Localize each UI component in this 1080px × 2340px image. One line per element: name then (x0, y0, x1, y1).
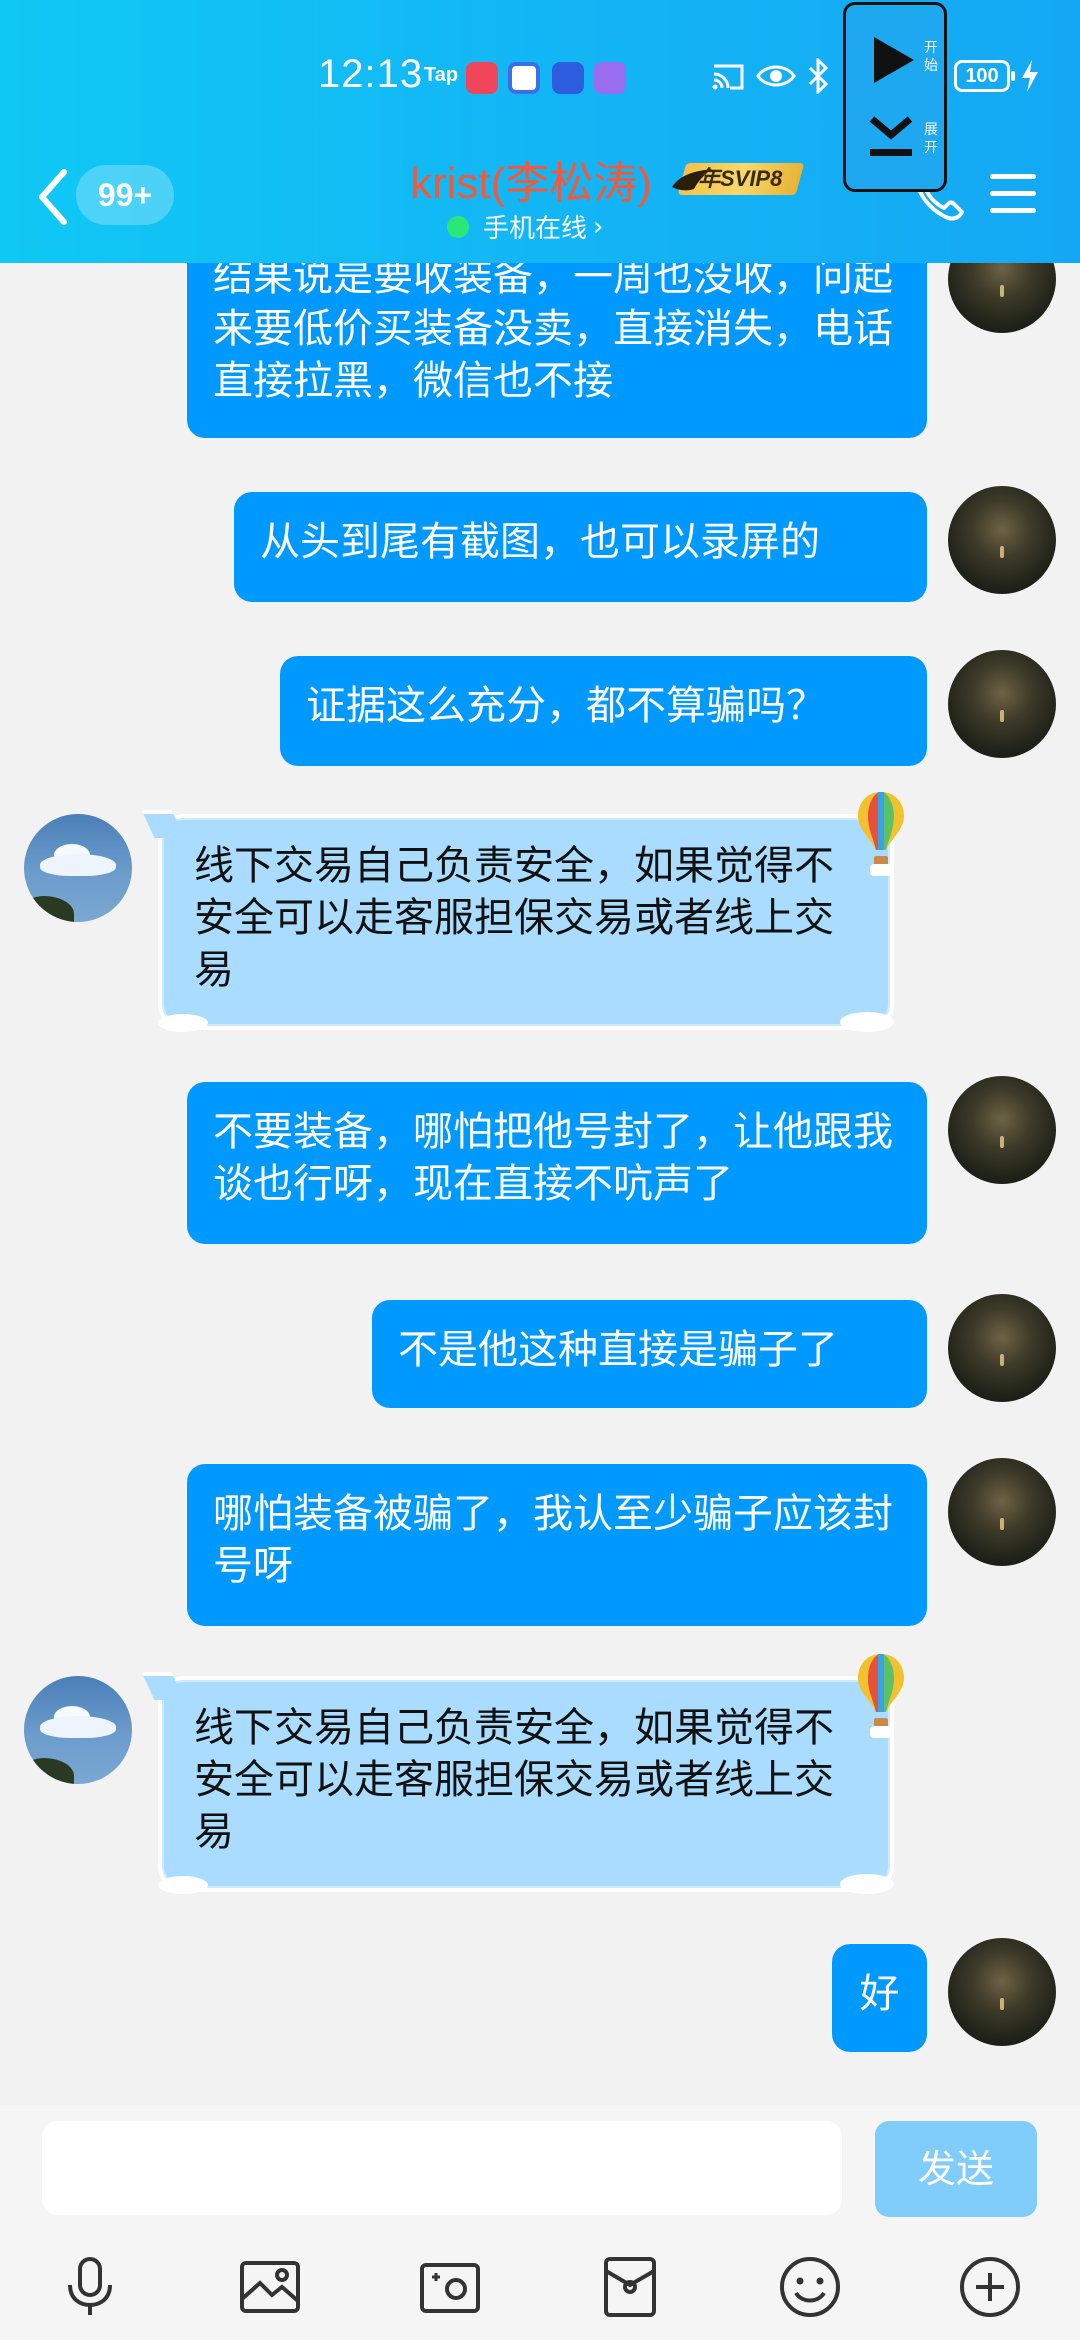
start-label: 开始 (924, 40, 938, 74)
browser-app-icon (508, 62, 540, 94)
my-avatar[interactable] (948, 1938, 1056, 2046)
bubble-tail (141, 810, 185, 838)
shop-app-icon (466, 62, 498, 94)
chat-area[interactable]: 结果说是要收装备，一周也没收，问起来要低价买装备没卖，直接消失，电话直接拉黑，微… (0, 0, 1080, 2105)
cloud-decoration (158, 1876, 208, 1894)
tap-app-icon: Tap (424, 64, 459, 86)
bluetooth-icon (808, 58, 829, 94)
my-avatar[interactable] (948, 650, 1056, 758)
service-message-text: 线下交易自己负责安全，如果觉得不安全可以走客服担保交易或者线上交易 (194, 1705, 834, 1855)
my-message-bubble[interactable]: 从头到尾有截图，也可以录屏的 (234, 492, 927, 602)
online-dot-icon (447, 215, 469, 238)
floating-record-widget[interactable]: 开始 展开 (843, 2, 947, 192)
chevron-right-icon: › (593, 211, 604, 242)
camera-icon[interactable] (416, 2253, 484, 2321)
plus-icon[interactable] (956, 2253, 1024, 2321)
charging-icon (1022, 60, 1038, 92)
service-avatar[interactable] (24, 1676, 132, 1784)
online-status-text: 手机在线 (483, 214, 588, 244)
service-message-text: 线下交易自己负责安全，如果觉得不安全可以走客服担保交易或者线上交易 (194, 843, 834, 993)
image-icon[interactable] (236, 2253, 304, 2321)
input-area: 发送 (0, 2105, 1080, 2340)
my-message-bubble[interactable]: 不要装备，哪怕把他号封了，让他跟我谈也行呀，现在直接不吭声了 (187, 1082, 927, 1244)
back-arrow-icon[interactable] (30, 162, 74, 232)
chat-title-group[interactable]: krist(李松涛) 年SVIP8 (410, 152, 805, 208)
battery-indicator: 100 (954, 60, 1015, 92)
my-message-bubble[interactable]: 结果说是要收装备，一周也没收，问起来要低价买装备没卖，直接消失，电话直接拉黑，微… (187, 233, 927, 438)
my-message-bubble[interactable]: 好 (832, 1944, 927, 2052)
service-message-bubble[interactable]: 线下交易自己负责安全，如果觉得不安全可以走客服担保交易或者线上交易 (141, 810, 894, 1032)
eye-icon (756, 65, 796, 87)
bubble-tail (141, 1672, 185, 1700)
service-avatar[interactable] (24, 814, 132, 922)
message-input[interactable] (42, 2121, 842, 2215)
unread-count-badge[interactable]: 99+ (76, 165, 174, 225)
my-avatar[interactable] (948, 1076, 1056, 1184)
svip-label: 年SVIP8 (697, 166, 783, 191)
chat-title: krist(李松涛) (410, 159, 652, 208)
online-status[interactable]: 手机在线 › (447, 208, 603, 245)
red-packet-icon[interactable] (596, 2253, 664, 2321)
my-avatar[interactable] (948, 1294, 1056, 1402)
my-message-bubble[interactable]: 哪怕装备被骗了，我认至少骗子应该封号呀 (187, 1464, 927, 1626)
my-message-bubble[interactable]: 不是他这种直接是骗子了 (372, 1300, 927, 1408)
expand-label: 展开 (924, 122, 938, 156)
my-message-bubble[interactable]: 证据这么充分，都不算骗吗？ (280, 656, 927, 766)
my-avatar[interactable] (948, 1458, 1056, 1566)
emoji-icon[interactable] (776, 2253, 844, 2321)
expand-down-icon[interactable] (866, 115, 916, 161)
cast-icon (712, 64, 744, 90)
play-icon[interactable] (870, 35, 916, 85)
send-button[interactable]: 发送 (875, 2121, 1037, 2217)
hot-air-balloon-icon (858, 792, 904, 876)
hot-air-balloon-icon (858, 1654, 904, 1738)
cloud-decoration (840, 1874, 894, 1894)
music-app-icon (594, 62, 626, 94)
svip-badge[interactable]: 年SVIP8 (670, 161, 805, 197)
my-avatar[interactable] (948, 486, 1056, 594)
service-message-bubble[interactable]: 线下交易自己负责安全，如果觉得不安全可以走客服担保交易或者线上交易 (141, 1672, 894, 1894)
cloud-decoration (840, 1012, 894, 1032)
status-time: 12:13 (318, 52, 424, 96)
cloud-decoration (158, 1014, 208, 1032)
idea-app-icon (552, 62, 584, 94)
mic-icon[interactable] (56, 2253, 124, 2321)
menu-icon[interactable] (990, 174, 1040, 218)
